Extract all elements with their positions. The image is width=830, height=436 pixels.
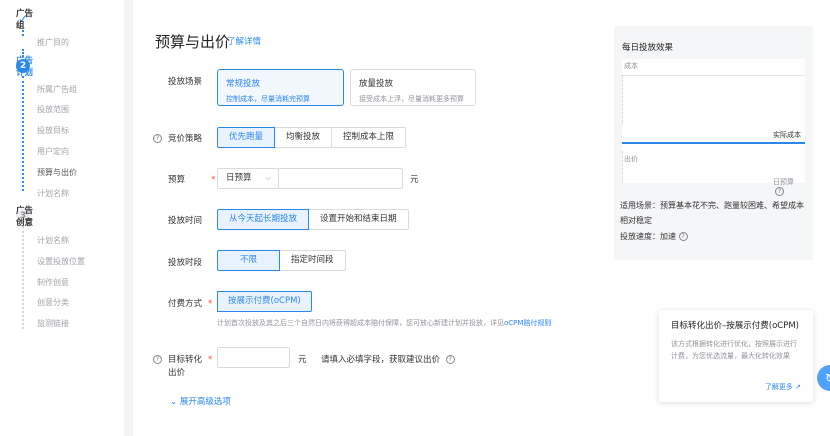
budget-label: 预算 * — [168, 175, 216, 185]
pay-option-ocpm[interactable]: 按展示付费(oCPM) — [217, 291, 312, 312]
advanced-options-toggle[interactable]: ⌄ 展开高级选项 — [170, 395, 231, 407]
tip-description: 该方式根据转化进行优化，按照展示进行计费，为您优选流量，最大化转化效果 — [671, 340, 797, 360]
ocpm-tip-card: 目标转化出价–按展示付费(oCPM) 该方式根据转化进行优化，按照展示进行计费，… — [659, 310, 813, 402]
target-bid-hint: 请填入必填字段，获取建议出价 ? — [321, 353, 461, 365]
budget-unit: 元 — [410, 175, 419, 185]
y-axis-top-label: 成本 — [624, 62, 638, 70]
budget-type-select[interactable]: 日预算 ⌵ — [217, 168, 279, 189]
sidebar-item-budget-bid[interactable]: 预算与出价 — [37, 167, 77, 178]
axis-line — [622, 151, 623, 183]
strategy-option-volume-first[interactable]: 优先跑量 — [217, 127, 276, 148]
strategy-option-cost-cap[interactable]: 控制成本上限 — [331, 127, 407, 148]
sidebar-item-scope[interactable]: 投放范围 — [37, 104, 69, 115]
sidebar-item-ad-group-owner[interactable]: 所属广告组 — [37, 84, 77, 95]
sidebar-item-creative-plan-name[interactable]: 计划名称 — [37, 235, 69, 246]
budget-input[interactable] — [278, 168, 403, 189]
period-selector: 不限 指定时间段 — [217, 250, 346, 271]
time-selector: 从今天起长期投放 设置开始和结束日期 — [217, 209, 409, 230]
sidebar-item-audience[interactable]: 用户定向 — [37, 146, 69, 157]
delivery-speed: 投放速度：加速 ? — [620, 231, 694, 242]
pay-hint: 计划首次投放及其之后三个自然日内将获得超成本赔付保障，您可放心新建计划并投放，详… — [217, 319, 552, 327]
chevron-down-icon: ⌄ — [170, 397, 178, 407]
external-link-icon: ↗ — [795, 383, 801, 391]
panel-title: 每日投放效果 — [622, 43, 674, 53]
target-bid-unit: 元 — [298, 355, 307, 365]
step-ad-creative[interactable]: 3 广告创意 — [16, 206, 38, 228]
time-option-date-range[interactable]: 设置开始和结束日期 — [308, 209, 409, 230]
step-ad-group[interactable]: ✓ 广告组 — [16, 9, 38, 31]
sidebar-item-tracking-link[interactable]: 监测链接 — [37, 318, 69, 329]
period-option-unlimited[interactable]: 不限 — [217, 250, 281, 271]
tip-title: 目标转化出价–按展示付费(oCPM) — [671, 321, 799, 331]
scene-option-regular[interactable]: 常规投放 控制成本，尽量消耗完预算 — [217, 69, 344, 106]
pay-label: 付费方式 * — [168, 299, 213, 309]
step-connector — [22, 226, 24, 329]
ocpm-rule-link[interactable]: oCPM赔付规则 — [504, 319, 551, 327]
step-ad-plan[interactable]: 2 广告计划 — [16, 56, 38, 78]
pay-selector: 按展示付费(oCPM) — [217, 291, 312, 312]
scene-label: 投放场景 — [168, 77, 203, 87]
step-connector — [22, 76, 24, 191]
axis-line — [622, 75, 623, 125]
sidebar-item-creative-category[interactable]: 创意分类 — [37, 297, 69, 308]
page-title: 预算与出价 — [155, 33, 231, 51]
step-connector — [22, 30, 24, 36]
sidebar-item-placement[interactable]: 设置投放位置 — [37, 256, 85, 267]
strategy-selector: 优先跑量 均衡投放 控制成本上限 — [217, 127, 407, 148]
time-label: 投放时间 — [168, 216, 203, 226]
period-label: 投放时段 — [168, 258, 203, 268]
daily-effect-panel: 每日投放效果 成本 实际成本 出价 日预算 ? 适用场景：预算基本花不完、跑量较… — [614, 26, 813, 260]
tip-learn-more-link[interactable]: 了解更多 ↗ — [765, 382, 801, 392]
actual-cost-label: 实际成本 — [773, 131, 801, 139]
learn-more-link[interactable]: 了解详情 — [227, 35, 261, 47]
help-icon[interactable]: ? — [153, 134, 162, 143]
time-option-long-term[interactable]: 从今天起长期投放 — [217, 209, 310, 230]
step-sidebar: ✓ 广告组 推广目的 2 广告计划 所属广告组 投放范围 投放目标 用户定向 预… — [0, 0, 124, 436]
scene-option-volume[interactable]: 放量投放 接受成本上浮，尽量消耗更多预算 — [350, 69, 476, 106]
scene-description: 适用场景：预算基本花不完、跑量较困难、希望成本相对稳定 — [620, 201, 804, 225]
help-icon[interactable]: ? — [775, 187, 784, 196]
help-icon[interactable]: ? — [153, 355, 162, 364]
strategy-label: ? 竞价策略 — [153, 132, 202, 144]
sidebar-item-target[interactable]: 投放目标 — [37, 125, 69, 136]
actual-cost-line — [622, 142, 805, 144]
strategy-option-balanced[interactable]: 均衡投放 — [274, 127, 333, 148]
period-option-custom[interactable]: 指定时间段 — [279, 250, 346, 271]
sidebar-item-plan-name[interactable]: 计划名称 — [37, 188, 69, 199]
chevron-down-icon: ⌵ — [265, 174, 271, 182]
help-icon[interactable]: ? — [678, 232, 688, 241]
help-icon[interactable]: ? — [445, 355, 455, 364]
target-bid-label: ? 目标转化 * 出价 — [153, 354, 212, 380]
x-axis-label: 日预算 ? — [773, 178, 794, 196]
sidebar-item-promotion-goal[interactable]: 推广目的 — [37, 37, 69, 48]
grid-line — [622, 75, 805, 76]
effect-chart: 成本 实际成本 出价 — [622, 59, 805, 183]
target-bid-input[interactable] — [217, 347, 290, 368]
y-axis-bottom-label: 出价 — [624, 155, 638, 163]
sidebar-item-make-creative[interactable]: 制作创意 — [37, 277, 69, 288]
